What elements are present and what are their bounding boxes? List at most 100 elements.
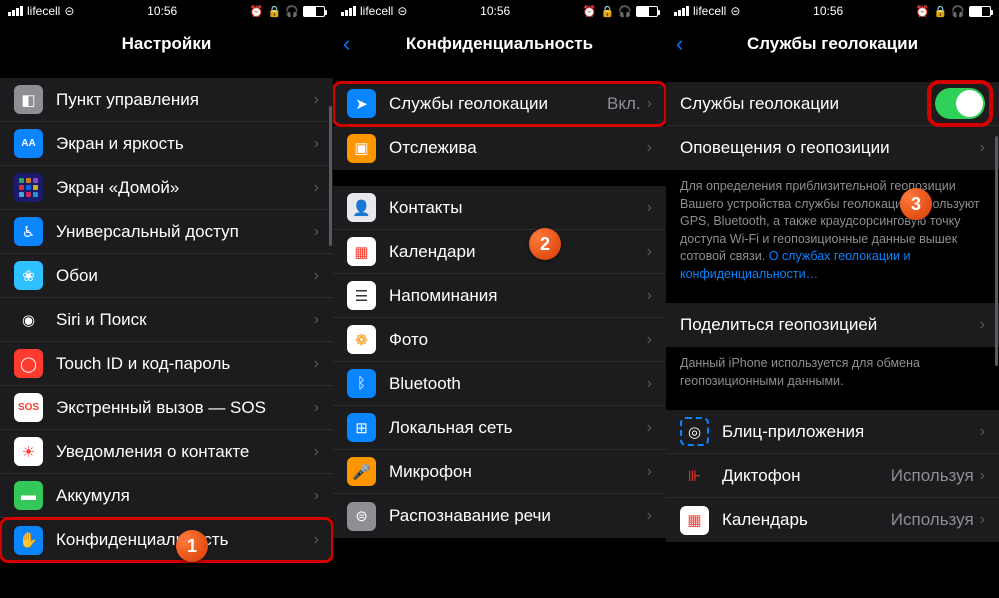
- row-calendar[interactable]: ▦Календари›: [333, 230, 666, 274]
- row-label: Напоминания: [389, 286, 647, 306]
- row-exposure[interactable]: ☀Уведомления о контакте›: [0, 430, 333, 474]
- row-app-clips[interactable]: ◎Блиц-приложения›: [666, 410, 999, 454]
- alarm-icon: ⏰: [250, 5, 264, 18]
- row-location-toggle[interactable]: Службы геолокации: [666, 82, 999, 126]
- row-label: Службы геолокации: [680, 94, 935, 114]
- row-label: Микрофон: [389, 462, 647, 482]
- screen-location-services: lifecell⊝ 10:56 ⏰🔒🎧 ‹ Службы геолокации …: [666, 0, 999, 598]
- row-label: Блиц-приложения: [722, 422, 980, 442]
- row-label: Уведомления о контакте: [56, 442, 314, 462]
- row-label: Календарь: [722, 510, 891, 530]
- chevron-icon: ›: [647, 419, 652, 437]
- row-touch-id[interactable]: ◯Touch ID и код-пароль›: [0, 342, 333, 386]
- row-display[interactable]: AAЭкран и яркость›: [0, 122, 333, 166]
- battery-icon: [303, 6, 325, 17]
- step-badge-3: 3: [900, 188, 932, 220]
- row-battery[interactable]: ▬Аккумуля›: [0, 474, 333, 518]
- group: Поделиться геопозицией›: [666, 303, 999, 347]
- location-toggle-toggle[interactable]: [935, 88, 985, 119]
- row-sos[interactable]: SOSЭкстренный вызов — SOS›: [0, 386, 333, 430]
- contacts-icon: 👤: [347, 193, 376, 222]
- row-label: Экран и яркость: [56, 134, 314, 154]
- row-location-alerts[interactable]: Оповещения о геопозиции›: [666, 126, 999, 170]
- rotation-lock-icon: 🔒: [268, 5, 282, 18]
- chevron-icon: ›: [314, 223, 319, 241]
- reminders-icon: ☰: [347, 281, 376, 310]
- chevron-icon: ›: [980, 139, 985, 157]
- chevron-icon: ›: [314, 179, 319, 197]
- chevron-icon: ›: [314, 399, 319, 417]
- wifi-icon: ⊝: [397, 4, 407, 18]
- row-tracking[interactable]: ▣Отслежива›: [333, 126, 666, 170]
- row-reminders[interactable]: ☰ Напоминания›: [333, 274, 666, 318]
- group: ➤Службы геолокацииВкл.›▣Отслежива›: [333, 82, 666, 170]
- row-wallpaper[interactable]: ❀Обои›: [0, 254, 333, 298]
- row-voice-memos[interactable]: ⊪ДиктофонИспользуя›: [666, 454, 999, 498]
- row-label: Локальная сеть: [389, 418, 647, 438]
- row-local-network[interactable]: ⊞ Локальная сеть›: [333, 406, 666, 450]
- carrier: lifecell: [693, 4, 726, 18]
- screen-privacy: lifecell⊝ 10:56 ⏰🔒🎧 ‹ Конфиденциальность…: [333, 0, 666, 598]
- row-share-location[interactable]: Поделиться геопозицией›: [666, 303, 999, 347]
- wifi-icon: ⊝: [64, 4, 74, 18]
- alarm-icon: ⏰: [916, 5, 930, 18]
- local-network-icon: ⊞: [347, 413, 376, 442]
- scrollbar[interactable]: [995, 136, 998, 366]
- siri-icon: ◉: [14, 305, 43, 334]
- status-bar: lifecell⊝ 10:56 ⏰🔒🎧: [333, 0, 666, 22]
- group-footer: Для определения приблизительной геопозиц…: [666, 170, 999, 287]
- chevron-icon: ›: [980, 467, 985, 485]
- chevron-icon: ›: [980, 423, 985, 441]
- row-microphone[interactable]: 🎤 Микрофон›: [333, 450, 666, 494]
- accessibility-icon: ♿︎: [14, 217, 43, 246]
- row-accessibility[interactable]: ♿︎Универсальный доступ›: [0, 210, 333, 254]
- group: Службы геолокации Оповещения о геопозиции…: [666, 82, 999, 170]
- headphones-icon: 🎧: [618, 5, 632, 18]
- nav-bar: Настройки: [0, 22, 333, 66]
- row-privacy[interactable]: ✋Конфиденциальность›: [0, 518, 333, 562]
- screen-settings: lifecell⊝ 10:56 ⏰🔒🎧 Настройки ◧Пункт упр…: [0, 0, 333, 598]
- privacy-icon: ✋: [14, 526, 43, 555]
- wifi-icon: ⊝: [730, 4, 740, 18]
- row-label: Поделиться геопозицией: [680, 315, 980, 335]
- microphone-icon: 🎤: [347, 457, 376, 486]
- row-label: Siri и Поиск: [56, 310, 314, 330]
- chevron-icon: ›: [314, 531, 319, 549]
- chevron-icon: ›: [647, 331, 652, 349]
- back-button[interactable]: ‹: [343, 31, 350, 57]
- footer-link[interactable]: О службах геолокации и конфиденциальност…: [680, 249, 910, 281]
- row-contacts[interactable]: 👤Контакты›: [333, 186, 666, 230]
- tracking-icon: ▣: [347, 134, 376, 163]
- chevron-icon: ›: [980, 316, 985, 334]
- signal-icon: [341, 6, 356, 16]
- back-button[interactable]: ‹: [676, 31, 683, 57]
- nav-bar: ‹ Конфиденциальность: [333, 22, 666, 66]
- row-home-screen[interactable]: Экран «Домой»›: [0, 166, 333, 210]
- rotation-lock-icon: 🔒: [601, 5, 615, 18]
- chevron-icon: ›: [647, 463, 652, 481]
- row-location-services[interactable]: ➤Службы геолокацииВкл.›: [333, 82, 666, 126]
- row-speech[interactable]: ⊜Распознавание речи›: [333, 494, 666, 538]
- status-bar: lifecell⊝ 10:56 ⏰🔒🎧: [0, 0, 333, 22]
- alarm-icon: ⏰: [583, 5, 597, 18]
- row-siri[interactable]: ◉Siri и Поиск›: [0, 298, 333, 342]
- chevron-icon: ›: [647, 287, 652, 305]
- row-control-center[interactable]: ◧Пункт управления›: [0, 78, 333, 122]
- scrollbar[interactable]: [329, 106, 332, 246]
- home-screen-icon: [14, 173, 43, 202]
- chevron-icon: ›: [647, 95, 652, 113]
- row-label: Распознавание речи: [389, 506, 647, 526]
- battery-icon: [636, 6, 658, 17]
- rotation-lock-icon: 🔒: [934, 5, 948, 18]
- chevron-icon: ›: [647, 139, 652, 157]
- bluetooth-icon: ᛒ: [347, 369, 376, 398]
- display-icon: AA: [14, 129, 43, 158]
- row-bluetooth[interactable]: ᛒBluetooth›: [333, 362, 666, 406]
- status-bar: lifecell⊝ 10:56 ⏰🔒🎧: [666, 0, 999, 22]
- exposure-icon: ☀: [14, 437, 43, 466]
- group: 👤Контакты›▦Календари›☰Напоминания›❁Фото›…: [333, 186, 666, 538]
- row-calendar-app[interactable]: ▦КалендарьИспользуя›: [666, 498, 999, 542]
- row-label: Пункт управления: [56, 90, 314, 110]
- nav-bar: ‹ Службы геолокации: [666, 22, 999, 66]
- row-photos[interactable]: ❁Фото›: [333, 318, 666, 362]
